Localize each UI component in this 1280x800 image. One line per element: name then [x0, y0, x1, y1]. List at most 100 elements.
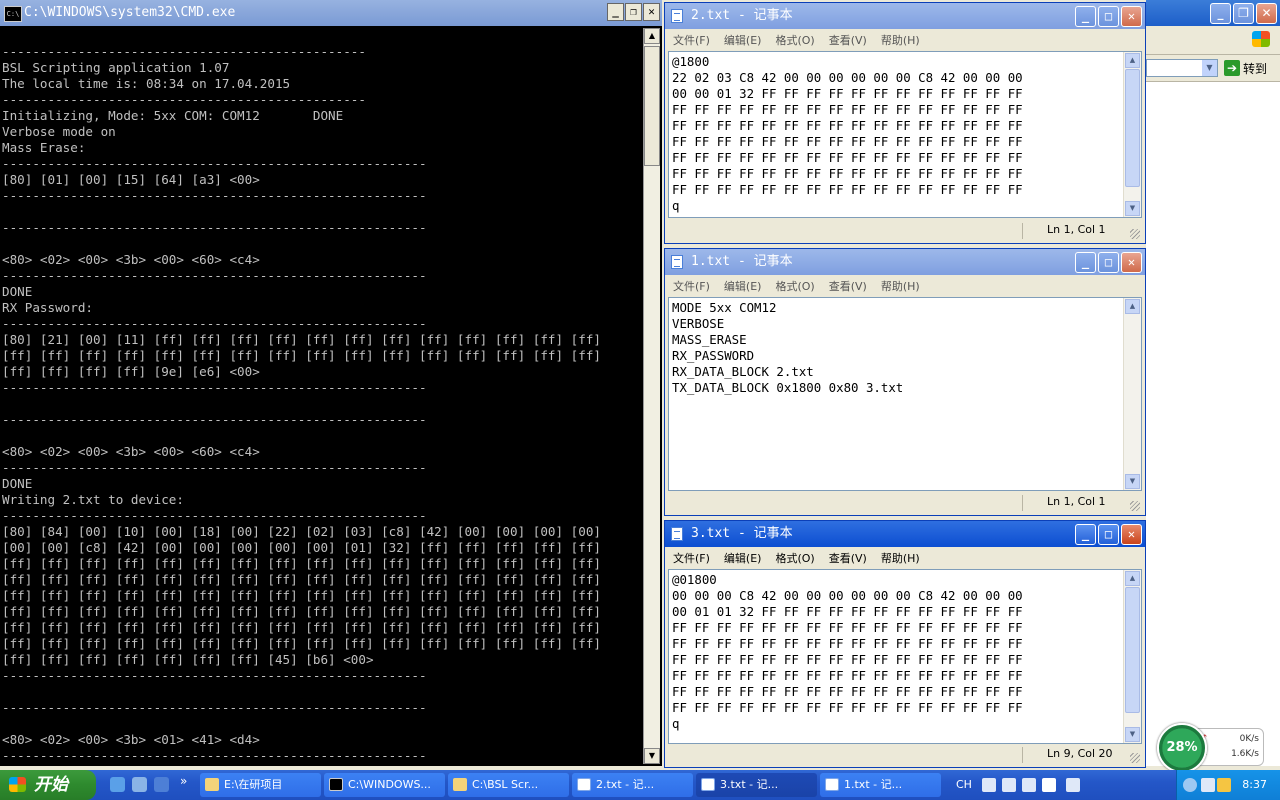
scroll-down-arrow-icon[interactable]: ▼	[1125, 727, 1140, 742]
cursor-position: Ln 9, Col 20	[1022, 747, 1113, 763]
quicklaunch-ie-icon[interactable]	[110, 777, 125, 792]
clock[interactable]: 8:37	[1242, 770, 1267, 800]
star-icon[interactable]	[1217, 778, 1231, 792]
console-line: [80] [01] [00] [15] [64] [a3] <00>	[2, 172, 260, 187]
cmd-window: C:\ C:\WINDOWS\system32\CMD.exe _ ❐ ✕ --…	[0, 0, 662, 766]
menu-format[interactable]: 格式(O)	[775, 550, 814, 566]
options-icon[interactable]	[1066, 778, 1080, 792]
cmd-scroll-thumb[interactable]	[644, 46, 660, 166]
task-button-bsl-folder[interactable]: C:\BSL Scr...	[448, 773, 569, 797]
quicklaunch-desktop-icon[interactable]	[154, 777, 169, 792]
scroll-down-arrow-icon[interactable]: ▼	[1125, 201, 1140, 216]
language-indicator[interactable]: CH	[956, 770, 972, 800]
notepad-text-area[interactable]: @1800 22 02 03 C8 42 00 00 00 00 00 00 C…	[668, 51, 1142, 218]
task-button-cmd[interactable]: C:\WINDOWS...	[324, 773, 445, 797]
menu-format[interactable]: 格式(O)	[775, 278, 814, 294]
minimize-button[interactable]: _	[1075, 524, 1096, 545]
console-line: Initializing, Mode: 5xx COM: COM12 DONE	[2, 108, 344, 123]
menu-file[interactable]: 文件(F)	[673, 32, 710, 48]
browser-minimize-button[interactable]: _	[1210, 3, 1231, 24]
cmd-minimize-button[interactable]: _	[607, 3, 624, 21]
scroll-up-arrow-icon[interactable]: ▲	[1125, 53, 1140, 68]
ime-tools-icon[interactable]	[1022, 778, 1036, 792]
notepad-icon	[671, 527, 683, 541]
resize-grip-icon[interactable]	[1130, 501, 1140, 511]
menu-view[interactable]: 查看(V)	[829, 278, 867, 294]
scroll-down-arrow-icon[interactable]: ▼	[1125, 474, 1140, 489]
notepad-title-bar[interactable]: 1.txt - 记事本 _ □ ✕	[665, 249, 1145, 275]
task-label: C:\BSL Scr...	[472, 778, 539, 791]
goto-button[interactable]: ➔ 转到	[1224, 58, 1278, 78]
security-icon[interactable]	[1201, 778, 1215, 792]
help-icon[interactable]	[1042, 778, 1056, 792]
console-line: [80] [84] [00] [10] [00] [18] [00] [22] …	[2, 524, 601, 539]
scroll-thumb[interactable]	[1125, 587, 1140, 713]
menu-format[interactable]: 格式(O)	[775, 32, 814, 48]
start-button[interactable]: 开始	[0, 770, 96, 800]
menu-help[interactable]: 帮助(H)	[881, 278, 920, 294]
minimize-button[interactable]: _	[1075, 6, 1096, 27]
notepad-title: 2.txt - 记事本	[691, 8, 793, 23]
chevron-down-icon[interactable]: ▼	[1202, 60, 1217, 76]
console-line: ----------------------------------------…	[2, 188, 427, 203]
menu-edit[interactable]: 编辑(E)	[724, 278, 762, 294]
notepad-scrollbar[interactable]: ▲ ▼	[1123, 298, 1141, 490]
task-button-3txt[interactable]: 3.txt - 记...	[696, 773, 817, 797]
resize-grip-icon[interactable]	[1130, 753, 1140, 763]
quicklaunch-more-icon[interactable]: »	[180, 774, 187, 788]
scroll-up-arrow-icon[interactable]: ▲	[1125, 571, 1140, 586]
notepad-text: @1800 22 02 03 C8 42 00 00 00 00 00 00 C…	[672, 54, 1023, 213]
task-label: 2.txt - 记...	[596, 778, 655, 791]
notepad-menu-bar: 文件(F) 编辑(E) 格式(O) 查看(V) 帮助(H)	[665, 29, 1145, 50]
maximize-button[interactable]: □	[1098, 524, 1119, 545]
cmd-close-button[interactable]: ✕	[643, 3, 660, 21]
address-combobox[interactable]: ▼	[1146, 59, 1218, 77]
console-line: ----------------------------------------…	[2, 700, 427, 715]
quicklaunch-media-icon[interactable]	[132, 777, 147, 792]
cmd-scrollbar[interactable]: ▲ ▼	[643, 28, 660, 764]
resize-grip-icon[interactable]	[1130, 229, 1140, 239]
maximize-button[interactable]: □	[1098, 6, 1119, 27]
browser-close-button[interactable]: ✕	[1256, 3, 1277, 24]
close-button[interactable]: ✕	[1121, 524, 1142, 545]
scroll-up-arrow-icon[interactable]: ▲	[1125, 299, 1140, 314]
close-button[interactable]: ✕	[1121, 6, 1142, 27]
notepad-text-area[interactable]: MODE 5xx COM12 VERBOSE MASS_ERASE RX_PAS…	[668, 297, 1142, 491]
menu-view[interactable]: 查看(V)	[829, 32, 867, 48]
tray-expand-icon[interactable]	[1183, 778, 1197, 792]
menu-file[interactable]: 文件(F)	[673, 278, 710, 294]
close-button[interactable]: ✕	[1121, 252, 1142, 273]
keyboard-icon[interactable]	[982, 778, 996, 792]
cmd-restore-button[interactable]: ❐	[625, 3, 642, 21]
console-line: [ff] [ff] [ff] [ff] [ff] [ff] [ff] [ff] …	[2, 588, 601, 603]
notepad-title-bar[interactable]: 2.txt - 记事本 _ □ ✕	[665, 3, 1145, 29]
menu-help[interactable]: 帮助(H)	[881, 550, 920, 566]
notepad-scrollbar[interactable]: ▲ ▼	[1123, 570, 1141, 743]
browser-title-bar: _ ❐ ✕	[1146, 0, 1280, 26]
cmd-title-bar[interactable]: C:\ C:\WINDOWS\system32\CMD.exe _ ❐ ✕	[0, 0, 662, 26]
menu-edit[interactable]: 编辑(E)	[724, 32, 762, 48]
menu-help[interactable]: 帮助(H)	[881, 32, 920, 48]
task-button-2txt[interactable]: 2.txt - 记...	[572, 773, 693, 797]
system-tray: 8:37	[1176, 770, 1280, 800]
scroll-down-arrow-icon[interactable]: ▼	[644, 748, 660, 764]
task-button-1txt[interactable]: 1.txt - 记...	[820, 773, 941, 797]
minimize-button[interactable]: _	[1075, 252, 1096, 273]
notepad-scrollbar[interactable]: ▲ ▼	[1123, 52, 1141, 217]
folder-icon	[453, 778, 467, 791]
maximize-button[interactable]: □	[1098, 252, 1119, 273]
network-usage-gauge[interactable]: 28%	[1157, 723, 1207, 773]
pen-icon[interactable]	[1002, 778, 1016, 792]
menu-file[interactable]: 文件(F)	[673, 550, 710, 566]
browser-maximize-button[interactable]: ❐	[1233, 3, 1254, 24]
scroll-thumb[interactable]	[1125, 69, 1140, 187]
scroll-up-arrow-icon[interactable]: ▲	[644, 28, 660, 44]
menu-edit[interactable]: 编辑(E)	[724, 550, 762, 566]
notepad-text-area[interactable]: @01800 00 00 00 C8 42 00 00 00 00 00 00 …	[668, 569, 1142, 744]
menu-view[interactable]: 查看(V)	[829, 550, 867, 566]
notepad-title-bar[interactable]: 3.txt - 记事本 _ □ ✕	[665, 521, 1145, 547]
task-button-project-folder[interactable]: E:\在研项目	[200, 773, 321, 797]
notepad-title: 3.txt - 记事本	[691, 526, 793, 541]
